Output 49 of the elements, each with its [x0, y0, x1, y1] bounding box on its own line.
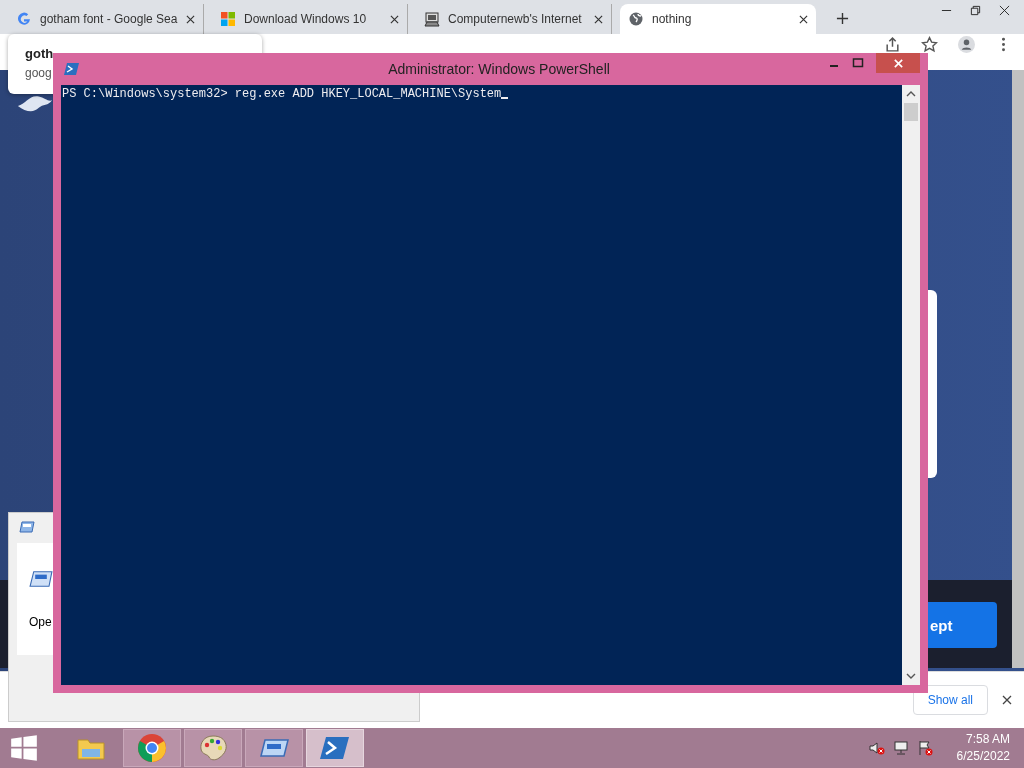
globe-icon	[628, 11, 644, 27]
star-icon[interactable]	[921, 36, 938, 53]
scrollbar[interactable]	[1012, 70, 1024, 668]
tab-title: nothing	[652, 12, 693, 26]
window-title: Administrator: Windows PowerShell	[387, 61, 611, 77]
tooltip-title: goth	[25, 46, 54, 61]
close-icon[interactable]	[999, 5, 1010, 16]
network-icon[interactable]	[892, 740, 909, 756]
taskbar-app[interactable]	[123, 729, 181, 767]
profile-icon[interactable]	[958, 36, 975, 53]
computer-icon	[424, 11, 440, 27]
four-squares-icon	[220, 11, 236, 27]
powershell-icon	[64, 61, 80, 77]
taskbar-app[interactable]	[245, 729, 303, 767]
restore-icon[interactable]	[970, 5, 981, 16]
close-icon	[892, 57, 904, 69]
g-letter-icon	[16, 11, 32, 27]
clock-time[interactable]: 7:58 AM	[965, 731, 1010, 748]
share-icon[interactable]	[884, 36, 901, 53]
flag-icon[interactable]	[916, 740, 933, 756]
scrollbar[interactable]	[902, 85, 920, 685]
console-area[interactable]: PS C:\Windows\system32> reg.exe ADD HKEY_LOCAL_MACHINE\System	[61, 85, 902, 685]
accept-button[interactable]: ept	[928, 602, 997, 648]
close-button[interactable]	[876, 53, 920, 73]
text-cursor	[501, 97, 509, 99]
close-icon[interactable]	[1002, 695, 1012, 705]
tab-title: gotham font - Google Sea	[40, 12, 178, 26]
circle-logo-icon	[136, 732, 168, 764]
muted-speaker-icon[interactable]	[868, 740, 885, 756]
show-all-button[interactable]: Show all	[912, 685, 988, 715]
browser-tab[interactable]: nothing	[620, 4, 816, 34]
tab-title: Download Windows 10	[244, 12, 368, 26]
taskbar-app[interactable]	[184, 729, 242, 767]
new-tab-icon[interactable]	[836, 12, 849, 25]
close-icon[interactable]	[186, 14, 195, 24]
console-line: PS C:\Windows\system32> reg.exe ADD HKEY_LOCAL_MACHINE\System	[62, 87, 502, 101]
close-icon[interactable]	[594, 14, 603, 24]
clock-date[interactable]: 6/25/2022	[956, 748, 1010, 765]
start-icon[interactable]	[10, 734, 38, 762]
tab-title: Computernewb's Internet	[448, 12, 583, 26]
maximize-icon[interactable]	[852, 57, 864, 69]
close-icon[interactable]	[390, 14, 399, 24]
close-icon[interactable]	[799, 14, 808, 24]
tooltip-url: goog	[25, 66, 52, 80]
window-icon	[19, 521, 35, 533]
dialog-text: Ope	[29, 615, 52, 629]
taskbar-app[interactable]	[306, 729, 364, 767]
scroll-thumb[interactable]	[904, 103, 918, 121]
window-icon	[29, 571, 53, 587]
